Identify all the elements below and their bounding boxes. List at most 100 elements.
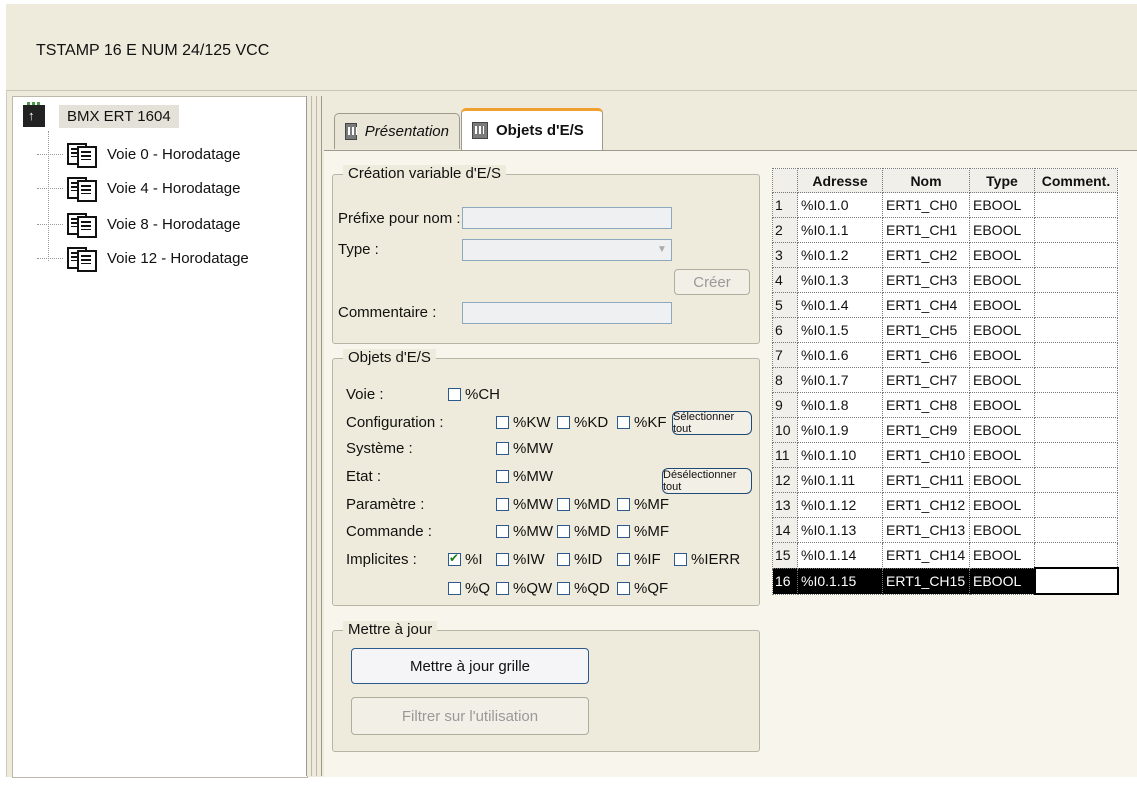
type-cell[interactable]: EBOOL [969,292,1035,318]
update-grid-button[interactable]: Mettre à jour grille [351,648,589,684]
row-index[interactable]: 14 [772,517,798,543]
row-index[interactable]: 11 [772,442,798,468]
comment-cell[interactable] [1034,442,1118,468]
row-index[interactable]: 10 [772,417,798,443]
name-cell[interactable]: ERT1_CH2 [882,242,970,268]
checkbox-qd[interactable]: %QD [557,580,610,597]
type-cell[interactable]: EBOOL [969,492,1035,518]
comment-cell[interactable] [1034,467,1118,493]
comment-cell[interactable] [1034,342,1118,368]
table-row[interactable]: 10 %I0.1.9 ERT1_CH9 EBOOL [772,417,1118,443]
checkbox-q[interactable]: %Q [448,580,490,597]
name-cell[interactable]: ERT1_CH0 [882,192,970,218]
type-cell[interactable]: EBOOL [969,367,1035,393]
name-cell[interactable]: ERT1_CH9 [882,417,970,443]
comment-cell[interactable] [1034,317,1118,343]
address-cell[interactable]: %I0.1.2 [797,242,883,268]
select-all-button[interactable]: Sélectionner tout [672,411,752,435]
checkbox-param-md[interactable]: %MD [557,496,611,513]
type-cell[interactable]: EBOOL [969,542,1035,569]
address-cell[interactable]: %I0.1.11 [797,467,883,493]
checkbox-systeme-mw[interactable]: %MW [496,440,553,457]
type-cell[interactable]: EBOOL [969,267,1035,293]
table-row[interactable]: 3 %I0.1.2 ERT1_CH2 EBOOL [772,242,1118,268]
row-index[interactable]: 7 [772,342,798,368]
address-cell[interactable]: %I0.1.8 [797,392,883,418]
checkbox-param-mf[interactable]: %MF [617,496,669,513]
type-cell[interactable]: EBOOL [969,417,1035,443]
column-header-nom[interactable]: Nom [882,168,970,193]
checkbox-if[interactable]: %IF [617,551,661,568]
tree-item-voie-8[interactable]: Voie 8 - Horodatage [37,211,240,238]
name-cell[interactable]: ERT1_CH8 [882,392,970,418]
row-index[interactable]: 16 [772,567,798,595]
row-index[interactable]: 15 [772,542,798,569]
comment-cell[interactable] [1034,517,1118,543]
name-cell[interactable]: ERT1_CH11 [882,467,970,493]
name-cell[interactable]: ERT1_CH14 [882,542,970,569]
table-row[interactable]: 1 %I0.1.0 ERT1_CH0 EBOOL [772,192,1118,218]
checkbox-ierr[interactable]: %IERR [674,551,740,568]
tab-presentation[interactable]: Présentation [334,113,460,149]
comment-cell[interactable] [1034,292,1118,318]
table-row[interactable]: 15 %I0.1.14 ERT1_CH14 EBOOL [772,542,1118,569]
name-cell[interactable]: ERT1_CH15 [882,567,970,595]
address-cell[interactable]: %I0.1.13 [797,517,883,543]
comment-cell[interactable] [1034,267,1118,293]
type-select[interactable]: ▼ [462,239,672,261]
name-cell[interactable]: ERT1_CH1 [882,217,970,243]
table-row[interactable]: 11 %I0.1.10 ERT1_CH10 EBOOL [772,442,1118,468]
comment-cell[interactable] [1034,492,1118,518]
tab-objets-es[interactable]: Objets d'E/S [461,108,603,150]
table-row[interactable]: 16 %I0.1.15 ERT1_CH15 EBOOL [772,567,1119,595]
tree-item-voie-12[interactable]: Voie 12 - Horodatage [37,245,249,272]
filter-usage-button[interactable]: Filtrer sur l'utilisation [351,697,589,735]
comment-cell[interactable] [1034,392,1118,418]
address-cell[interactable]: %I0.1.6 [797,342,883,368]
address-cell[interactable]: %I0.1.1 [797,217,883,243]
row-index[interactable]: 1 [772,192,798,218]
row-index[interactable]: 9 [772,392,798,418]
comment-cell[interactable] [1034,192,1118,218]
table-row[interactable]: 5 %I0.1.4 ERT1_CH4 EBOOL [772,292,1118,318]
table-row[interactable]: 2 %I0.1.1 ERT1_CH1 EBOOL [772,217,1118,243]
comment-input[interactable] [462,302,672,324]
row-index[interactable]: 5 [772,292,798,318]
checkbox-kf[interactable]: %KF [617,414,667,431]
table-row[interactable]: 13 %I0.1.12 ERT1_CH12 EBOOL [772,492,1118,518]
address-cell[interactable]: %I0.1.15 [797,567,883,595]
comment-cell[interactable] [1034,417,1118,443]
comment-cell[interactable] [1033,567,1119,595]
create-button[interactable]: Créer [674,269,750,295]
column-header-type[interactable]: Type [969,168,1035,193]
checkbox-qw[interactable]: %QW [496,580,552,597]
address-cell[interactable]: %I0.1.5 [797,317,883,343]
address-cell[interactable]: %I0.1.4 [797,292,883,318]
deselect-all-button[interactable]: Désélectionner tout [662,468,752,494]
checkbox-cmd-mw[interactable]: %MW [496,523,553,540]
address-cell[interactable]: %I0.1.10 [797,442,883,468]
type-cell[interactable]: EBOOL [969,342,1035,368]
type-cell[interactable]: EBOOL [969,392,1035,418]
name-cell[interactable]: ERT1_CH5 [882,317,970,343]
row-index[interactable]: 13 [772,492,798,518]
table-row[interactable]: 9 %I0.1.8 ERT1_CH8 EBOOL [772,392,1118,418]
address-cell[interactable]: %I0.1.3 [797,267,883,293]
type-cell[interactable]: EBOOL [969,467,1035,493]
table-row[interactable]: 12 %I0.1.11 ERT1_CH11 EBOOL [772,467,1118,493]
checkbox-etat-mw[interactable]: %MW [496,468,553,485]
comment-cell[interactable] [1034,217,1118,243]
comment-cell[interactable] [1034,242,1118,268]
table-row[interactable]: 7 %I0.1.6 ERT1_CH6 EBOOL [772,342,1118,368]
column-header-adresse[interactable]: Adresse [797,168,883,193]
address-cell[interactable]: %I0.1.7 [797,367,883,393]
name-cell[interactable]: ERT1_CH13 [882,517,970,543]
address-cell[interactable]: %I0.1.12 [797,492,883,518]
name-cell[interactable]: ERT1_CH10 [882,442,970,468]
row-index[interactable]: 6 [772,317,798,343]
prefix-input[interactable] [462,207,672,229]
address-cell[interactable]: %I0.1.9 [797,417,883,443]
name-cell[interactable]: ERT1_CH4 [882,292,970,318]
checkbox-i[interactable]: %I [448,551,483,568]
name-cell[interactable]: ERT1_CH12 [882,492,970,518]
